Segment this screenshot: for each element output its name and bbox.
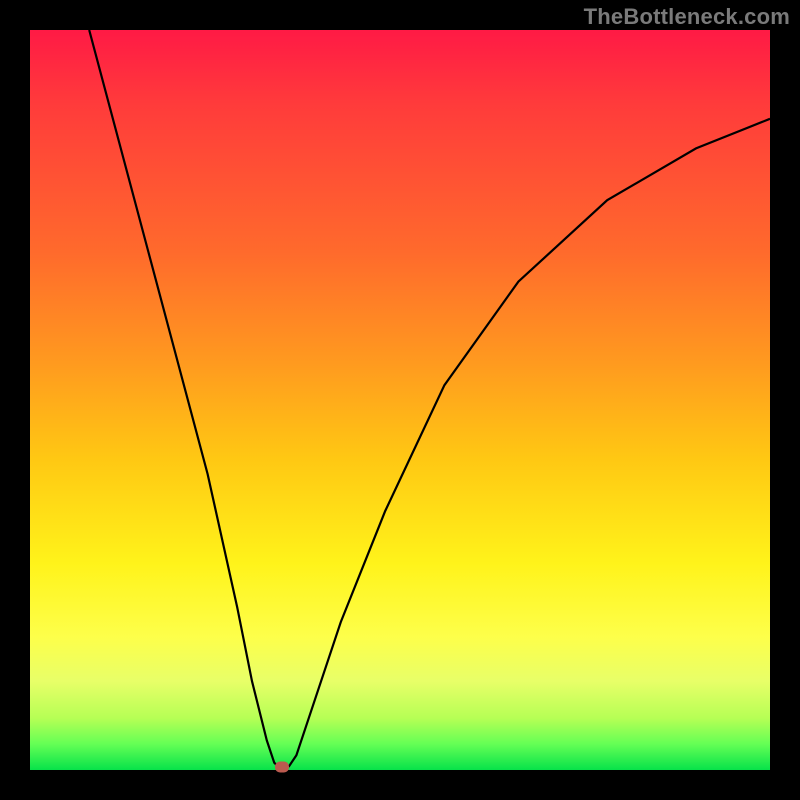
bottleneck-curve-path — [89, 30, 770, 770]
watermark-text: TheBottleneck.com — [584, 4, 790, 30]
plot-area — [30, 30, 770, 770]
optimal-point-marker — [275, 762, 289, 773]
curve-svg — [30, 30, 770, 770]
chart-frame: TheBottleneck.com — [0, 0, 800, 800]
